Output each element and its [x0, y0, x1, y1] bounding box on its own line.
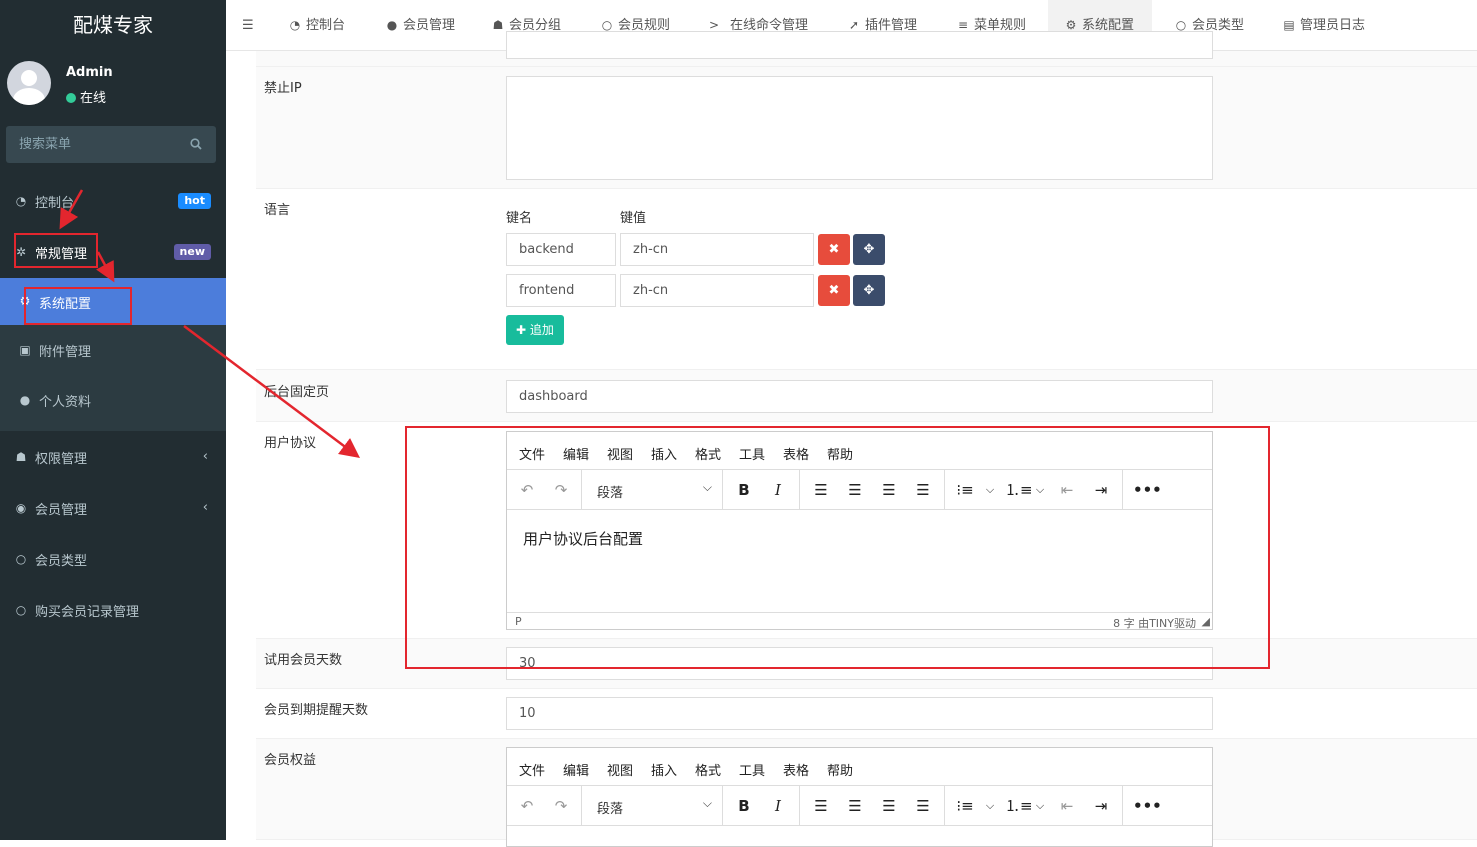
- forbidden-ip-textarea[interactable]: [506, 76, 1213, 180]
- bold-icon[interactable]: B: [735, 794, 753, 818]
- user-icon: ●: [386, 18, 398, 32]
- undo-icon[interactable]: ↶: [517, 794, 537, 818]
- dashboard-icon: ◔: [15, 194, 27, 208]
- annotation-box-system-config: [24, 287, 132, 325]
- menu-tools[interactable]: 工具: [739, 760, 765, 779]
- outdent-icon[interactable]: ⇤: [1057, 794, 1077, 818]
- chevron-left-icon: ‹: [202, 449, 208, 464]
- expire-remind-input[interactable]: 10: [506, 697, 1213, 730]
- hot-badge: hot: [178, 193, 211, 209]
- key-header: 键名: [506, 211, 533, 226]
- form-row-expire-remind: 会员到期提醒天数 10: [256, 689, 1477, 739]
- sidebar-item-member[interactable]: ◉ 会员管理 ‹: [0, 483, 226, 533]
- remove-button[interactable]: ✖: [818, 234, 850, 265]
- bullet-list-icon[interactable]: ⁝≡: [955, 794, 975, 818]
- chevron-left-icon: ‹: [202, 500, 208, 515]
- plus-icon: ✚: [516, 323, 527, 337]
- align-left-icon[interactable]: ☰: [811, 794, 831, 818]
- image-icon: ▣: [19, 343, 31, 357]
- user-icon: ●: [19, 393, 31, 407]
- menu-table[interactable]: 表格: [783, 760, 809, 779]
- avatar: [7, 61, 51, 105]
- prev-input[interactable]: [506, 31, 1213, 59]
- numbered-list-icon[interactable]: ⒈≡: [1005, 794, 1033, 818]
- menu-format[interactable]: 格式: [695, 760, 721, 779]
- user-status: 在线: [66, 87, 106, 106]
- tab-admin-log[interactable]: ▤ 管理员日志: [1282, 0, 1365, 51]
- lang-key-input[interactable]: frontend: [506, 274, 616, 307]
- dashboard-icon: ◔: [289, 18, 301, 32]
- form-row-forbidden-ip: 禁止IP: [256, 67, 1477, 189]
- chevron-down-icon[interactable]: ⌵: [983, 794, 997, 818]
- online-dot-icon: [66, 93, 76, 103]
- sidebar-item-member-type[interactable]: ○ 会员类型: [0, 534, 226, 584]
- menu-view[interactable]: 视图: [607, 760, 633, 779]
- menu-insert[interactable]: 插入: [651, 760, 677, 779]
- align-center-icon[interactable]: ☰: [845, 794, 865, 818]
- add-language-button[interactable]: ✚ 追加: [506, 315, 564, 345]
- new-badge: new: [173, 244, 211, 260]
- menu-search-input[interactable]: [6, 126, 186, 163]
- list-alt-icon: ▤: [1283, 18, 1295, 32]
- tab-dashboard[interactable]: ◔ 控制台: [288, 0, 345, 51]
- indent-icon[interactable]: ⇥: [1091, 794, 1111, 818]
- form-row-fixed-page: 后台固定页 dashboard: [256, 370, 1477, 422]
- chevron-down-icon[interactable]: ⌵: [1033, 794, 1047, 818]
- sidebar-item-attachment[interactable]: ▣ 附件管理: [0, 325, 226, 375]
- value-header: 键值: [620, 211, 647, 226]
- menu-help[interactable]: 帮助: [827, 760, 853, 779]
- lang-value-input[interactable]: zh-cn: [620, 274, 814, 307]
- menu-toggle-icon[interactable]: ☰: [242, 0, 254, 51]
- lang-value-input[interactable]: zh-cn: [620, 233, 814, 266]
- sidebar: 配煤专家 Admin 在线 ◔ 控制台 hot ✲ 常规管理 new ⚙ 系统配…: [0, 0, 226, 840]
- sidebar-item-auth[interactable]: ☗ 权限管理 ‹: [0, 432, 226, 482]
- user-circle-icon: ◉: [15, 501, 27, 515]
- block-format-select[interactable]: 段落 ⌵: [581, 786, 723, 826]
- circle-icon: ○: [15, 552, 27, 566]
- more-icon[interactable]: •••: [1133, 794, 1162, 818]
- chevron-down-icon: ⌵: [702, 796, 712, 810]
- align-right-icon[interactable]: ☰: [879, 794, 899, 818]
- menu-edit[interactable]: 编辑: [563, 760, 589, 779]
- circle-icon: ○: [15, 603, 27, 617]
- menu-search: [6, 126, 216, 163]
- form-row-language: 语言 键名 键值 backend zh-cn ✖ ✥ frontend zh-c…: [256, 189, 1477, 370]
- redo-icon[interactable]: ↷: [551, 794, 571, 818]
- annotation-box-general: [14, 233, 98, 268]
- tab-member-manage[interactable]: ● 会员管理: [385, 0, 455, 51]
- drag-handle-icon[interactable]: ✥: [853, 275, 885, 306]
- menu-file[interactable]: 文件: [519, 760, 545, 779]
- lang-key-input[interactable]: backend: [506, 233, 616, 266]
- align-justify-icon[interactable]: ☰: [913, 794, 933, 818]
- brand-title[interactable]: 配煤专家: [0, 0, 226, 50]
- group-icon: ☗: [492, 18, 504, 32]
- sidebar-item-dashboard[interactable]: ◔ 控制台 hot: [0, 176, 226, 226]
- remove-button[interactable]: ✖: [818, 275, 850, 306]
- sidebar-item-purchase-record[interactable]: ○ 购买会员记录管理: [0, 585, 226, 635]
- italic-icon[interactable]: I: [769, 794, 787, 818]
- form-row-benefits: 会员权益 文件 编辑 视图 插入 格式 工具 表格 帮助 ↶ ↷ 段落 ⌵ B I…: [256, 739, 1477, 847]
- drag-handle-icon[interactable]: ✥: [853, 234, 885, 265]
- editor-menubar: 文件 编辑 视图 插入 格式 工具 表格 帮助: [507, 748, 1212, 786]
- sidebar-item-profile[interactable]: ● 个人资料: [0, 375, 226, 431]
- annotation-box-editor: [405, 426, 1270, 669]
- user-name: Admin: [66, 65, 113, 80]
- group-icon: ☗: [15, 450, 27, 464]
- editor-toolbar: ↶ ↷ 段落 ⌵ B I ☰ ☰ ☰ ☰ ⁝≡ ⌵ ⒈≡ ⌵ ⇤ ⇥ •••: [507, 786, 1212, 826]
- benefits-editor: 文件 编辑 视图 插入 格式 工具 表格 帮助 ↶ ↷ 段落 ⌵ B I ☰ ☰ …: [506, 747, 1213, 847]
- search-icon[interactable]: [190, 138, 202, 150]
- form-row-prev: [256, 31, 1477, 67]
- fixed-page-input[interactable]: dashboard: [506, 380, 1213, 413]
- user-panel: Admin 在线: [0, 52, 226, 116]
